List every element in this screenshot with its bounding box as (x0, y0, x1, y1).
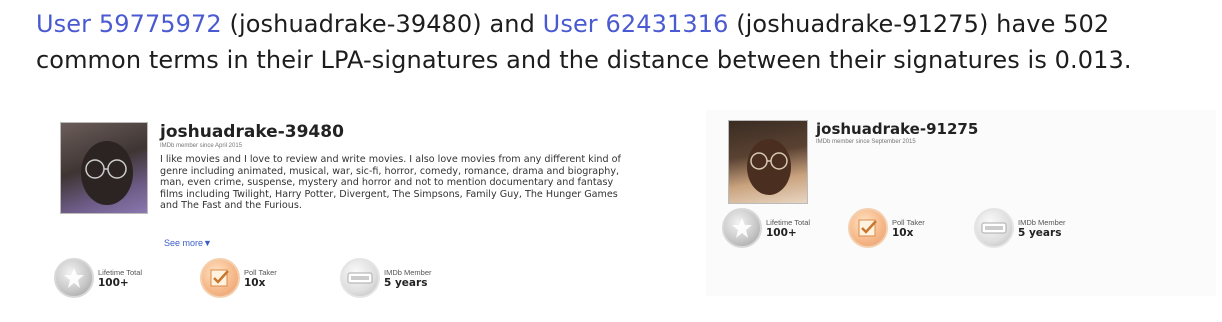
badge-lifetime-total[interactable]: Lifetime Total 100+ (54, 258, 142, 298)
badge-value: 5 years (384, 276, 428, 289)
badge-poll-taker[interactable]: Poll Taker 10x (200, 258, 277, 298)
badge-label: Poll Taker (892, 217, 925, 227)
member-since: IMDb member since September 2015 (816, 139, 916, 145)
avatar-photo (81, 141, 133, 205)
username[interactable]: joshuadrake-39480 (160, 122, 344, 142)
badge-label: IMDb Member (1018, 217, 1066, 227)
see-more-link[interactable]: See more▼ (164, 238, 212, 248)
lifetime-total-icon (54, 258, 94, 298)
imdb-member-icon (974, 208, 1014, 248)
avatar[interactable] (60, 122, 148, 214)
badge-label: Lifetime Total (766, 217, 811, 227)
avatar[interactable] (728, 120, 808, 204)
badge-value: 10x (892, 226, 914, 239)
badge-value: 10x (244, 276, 266, 289)
bio-text: I like movies and I love to review and w… (160, 154, 621, 212)
username[interactable]: joshuadrake-91275 (816, 120, 978, 138)
badge-value: 100+ (98, 276, 129, 289)
user1-handle-text: (joshuadrake-39480) and (221, 10, 543, 38)
poll-taker-icon (200, 258, 240, 298)
headline-text: User 59775972 (joshuadrake-39480) and Us… (36, 6, 1206, 78)
member-since: IMDb member since April 2015 (160, 143, 243, 149)
badge-poll-taker[interactable]: Poll Taker 10x (848, 208, 925, 248)
user2-link[interactable]: User 62431316 (543, 10, 729, 38)
badge-imdb-member[interactable]: IMDb Member 5 years (974, 208, 1066, 248)
badge-label: IMDb Member (384, 267, 432, 277)
lifetime-total-icon (722, 208, 762, 248)
imdb-member-icon (340, 258, 380, 298)
badge-imdb-member[interactable]: IMDb Member 5 years (340, 258, 432, 298)
user1-link[interactable]: User 59775972 (36, 10, 222, 38)
profile-card-2: joshuadrake-91275 IMDb member since Sept… (706, 110, 1216, 296)
badge-value: 100+ (766, 226, 797, 239)
poll-taker-icon (848, 208, 888, 248)
badge-lifetime-total[interactable]: Lifetime Total 100+ (722, 208, 810, 248)
badge-label: Lifetime Total (98, 267, 143, 277)
badge-label: Poll Taker (244, 267, 277, 277)
avatar-photo (747, 139, 791, 195)
badge-value: 5 years (1018, 226, 1062, 239)
profile-card-1: joshuadrake-39480 IMDb member since Apri… (50, 116, 650, 306)
